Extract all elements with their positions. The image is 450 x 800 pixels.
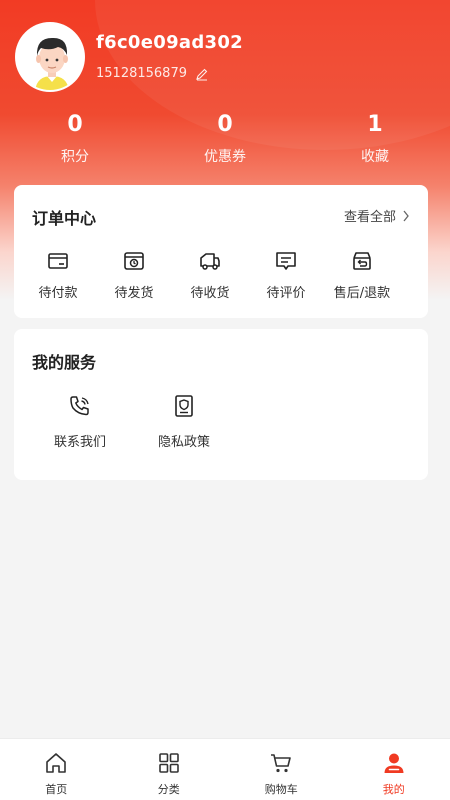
phone-row: 15128156879: [96, 66, 209, 81]
stat-coupons[interactable]: 0 优惠券: [150, 112, 300, 166]
tab-category[interactable]: 分类: [113, 739, 226, 800]
tab-label: 分类: [157, 783, 180, 796]
order-after-sales[interactable]: 售后/退款: [324, 249, 400, 301]
service-item-label: 隐私政策: [157, 435, 210, 450]
service-item-label: 联系我们: [53, 435, 106, 450]
stats-row: 0 积分 0 优惠券 1 收藏: [0, 112, 450, 166]
order-pending-receipt[interactable]: 待收货: [172, 249, 248, 301]
my-services-card: 我的服务 联系我们 隐私政策: [14, 329, 428, 480]
view-all-label: 查看全部: [343, 210, 396, 225]
return-box-icon: [353, 252, 371, 270]
order-status-row: 待付款 待发货 待收货 待评价 售后/退款: [14, 249, 428, 301]
order-item-label: 售后/退款: [333, 286, 391, 301]
services-row: 联系我们 隐私政策: [28, 393, 236, 450]
order-center-title: 订单中心: [32, 209, 97, 228]
order-item-label: 待发货: [114, 286, 154, 301]
stat-value: 1: [367, 112, 383, 137]
stat-value: 0: [217, 112, 233, 137]
tab-home[interactable]: 首页: [0, 739, 113, 800]
order-pending-review[interactable]: 待评价: [248, 249, 324, 301]
category-grid-icon: [158, 753, 179, 773]
tab-label: 首页: [45, 783, 68, 796]
home-icon: [46, 753, 67, 773]
order-pending-shipment[interactable]: 待发货: [96, 249, 172, 301]
order-center-card: 订单中心 查看全部 待付款 待发货 待收货 待评价 售后/退款: [14, 185, 428, 318]
stat-points[interactable]: 0 积分: [0, 112, 150, 166]
avatar-illustration-icon: [17, 24, 83, 90]
bottom-tab-bar: 首页 分类 购物车 我的: [0, 738, 450, 800]
tab-label: 我的: [382, 783, 405, 796]
user-icon: [384, 753, 404, 773]
contact-us-item[interactable]: 联系我们: [28, 393, 132, 450]
tab-mine[interactable]: 我的: [338, 739, 450, 800]
order-item-label: 待收货: [190, 286, 230, 301]
privacy-doc-icon: [175, 395, 193, 417]
view-all-orders-link[interactable]: 查看全部: [344, 206, 410, 225]
order-item-label: 待付款: [38, 286, 78, 301]
order-item-label: 待评价: [266, 286, 306, 301]
my-services-title: 我的服务: [32, 353, 97, 372]
stat-value: 0: [67, 112, 83, 137]
stat-favorites[interactable]: 1 收藏: [300, 112, 450, 166]
phone-call-icon: [70, 396, 89, 416]
order-pending-payment[interactable]: 待付款: [20, 249, 96, 301]
comment-icon: [276, 252, 296, 270]
cart-icon: [271, 754, 292, 773]
avatar[interactable]: [15, 22, 85, 92]
privacy-policy-item[interactable]: 隐私政策: [132, 393, 236, 450]
chevron-right-icon: [403, 210, 409, 221]
username: f6c0e09ad302: [96, 32, 244, 53]
stat-label: 优惠券: [204, 149, 246, 165]
wallet-icon: [48, 253, 68, 269]
stat-label: 收藏: [361, 149, 389, 165]
tab-label: 购物车: [264, 783, 298, 796]
truck-icon: [200, 253, 220, 270]
phone-number: 15128156879: [96, 66, 187, 81]
stat-label: 积分: [61, 149, 89, 165]
tab-cart[interactable]: 购物车: [225, 739, 338, 800]
edit-icon[interactable]: [195, 67, 209, 81]
package-icon: [124, 252, 144, 270]
